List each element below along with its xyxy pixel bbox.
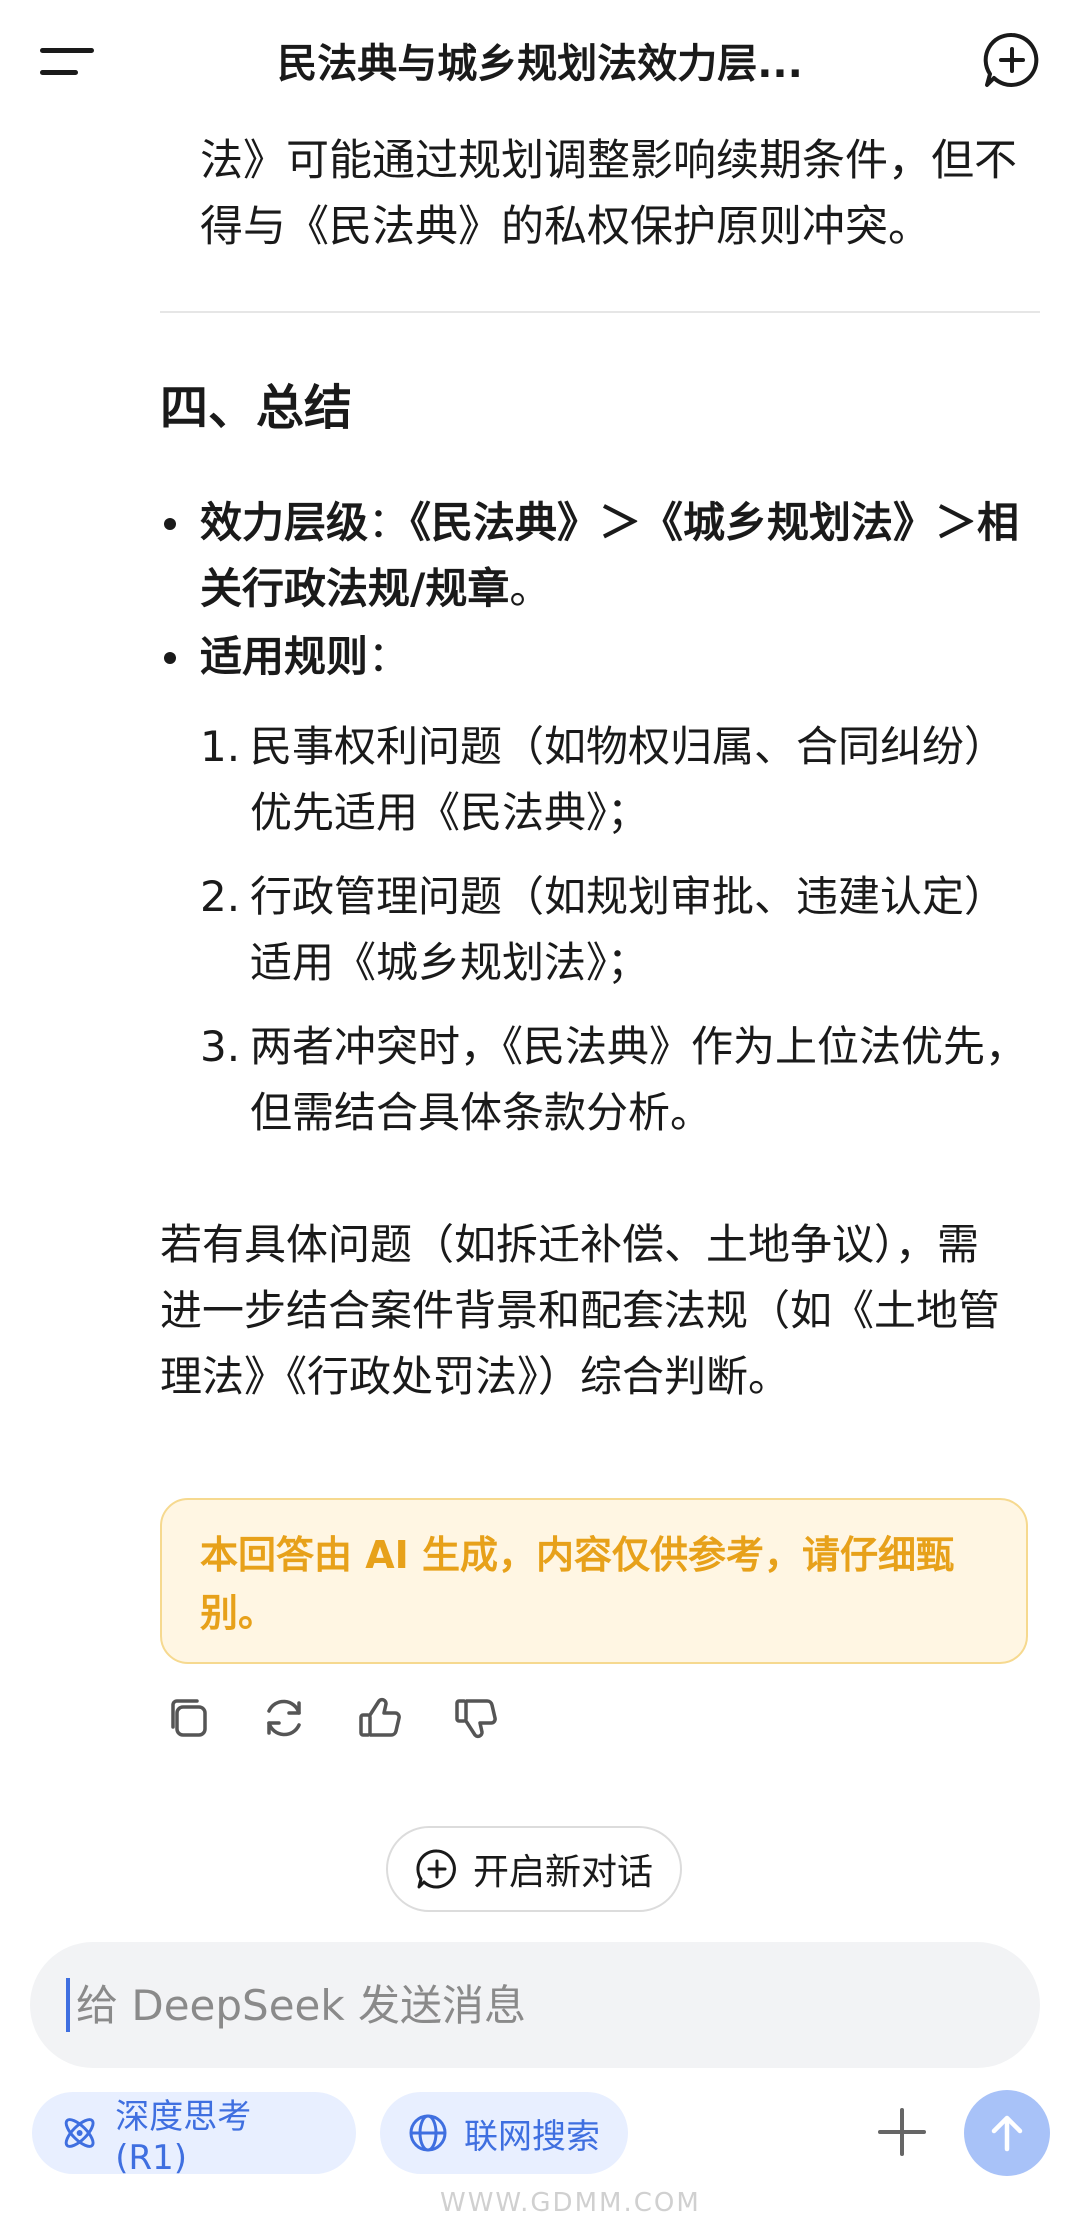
list-number: 3. [200, 1022, 241, 1071]
conversation-title[interactable]: 民法典与城乡规划法效力层... [277, 31, 803, 89]
send-button[interactable] [964, 2090, 1050, 2176]
plus-icon[interactable] [870, 2100, 934, 2164]
new-chat-icon[interactable] [982, 30, 1042, 90]
thumbs-down-icon[interactable] [448, 1690, 504, 1746]
chat-page: 民法典与城乡规划法效力层... 法》可能通过规划调整影响续期条件，但不得与《民法… [0, 0, 1080, 2230]
message-input-box[interactable] [30, 1942, 1040, 2068]
deep-think-label: 深度思考 (R1) [115, 2096, 252, 2178]
bullet-dot [164, 518, 176, 530]
list-item: 2. 行政管理问题（如规划审批、违建认定）适用《城乡规划法》； [200, 864, 1040, 996]
bullet-item-rules: 适用规则： [160, 624, 1040, 690]
web-search-label: 联网搜索 [464, 2116, 600, 2157]
web-search-toggle[interactable]: 联网搜索 [380, 2092, 628, 2174]
list-item: 3. 两者冲突时，《民法典》作为上位法优先，但需结合具体条款分析。 [200, 1014, 1040, 1146]
message-actions [160, 1690, 504, 1750]
divider [160, 311, 1040, 313]
watermark: WWW.GDMM.COM [440, 2188, 701, 2218]
text-caret [66, 1978, 70, 2032]
message-paragraph: 法》可能通过规划调整影响续期条件，但不得与《民法典》的私权保护原则冲突。 [200, 136, 1017, 252]
message-paragraph: 若有具体问题（如拆迁补偿、土地争议），需进一步结合案件背景和配套法规（如《土地管… [160, 1220, 1001, 1401]
menu-icon[interactable] [40, 40, 96, 80]
regenerate-icon[interactable] [256, 1690, 312, 1746]
list-item: 1. 民事权利问题（如物权归属、合同纠纷）优先适用《民法典》； [200, 714, 1040, 846]
bullet-label: 效力层级 [200, 498, 369, 547]
globe-icon [409, 2114, 447, 2152]
bullet-label: 适用规则 [200, 632, 369, 681]
new-chat-icon [416, 1849, 456, 1889]
list-number: 1. [200, 722, 241, 771]
ai-disclaimer-notice: 本回答由 AI 生成，内容仅供参考，请仔细甄别。 [160, 1498, 1028, 1664]
deep-think-toggle[interactable]: 深度思考 (R1) [32, 2092, 356, 2178]
atom-icon [64, 2118, 95, 2148]
top-bar: 民法典与城乡规划法效力层... [0, 0, 1080, 120]
arrow-up-icon [991, 2115, 1023, 2152]
section-heading: 四、总结 [160, 380, 353, 436]
list-text: 两者冲突时，《民法典》作为上位法优先，但需结合具体条款分析。 [250, 1022, 1028, 1137]
message-input[interactable] [76, 1980, 956, 2030]
bullet-item-hierarchy: 效力层级：《民法典》＞《城乡规划法》＞相关行政法规/规章。 [160, 490, 1040, 622]
list-text: 行政管理问题（如规划审批、违建认定）适用《城乡规划法》； [250, 872, 1007, 987]
new-chat-button[interactable]: 开启新对话 [386, 1826, 682, 1912]
bullet-dot [164, 652, 176, 664]
thumbs-up-icon[interactable] [352, 1690, 408, 1746]
list-text: 民事权利问题（如物权归属、合同纠纷）优先适用《民法典》； [250, 722, 1007, 837]
copy-icon[interactable] [160, 1690, 216, 1746]
list-number: 2. [200, 872, 241, 921]
new-chat-label: 开启新对话 [472, 1852, 653, 1893]
